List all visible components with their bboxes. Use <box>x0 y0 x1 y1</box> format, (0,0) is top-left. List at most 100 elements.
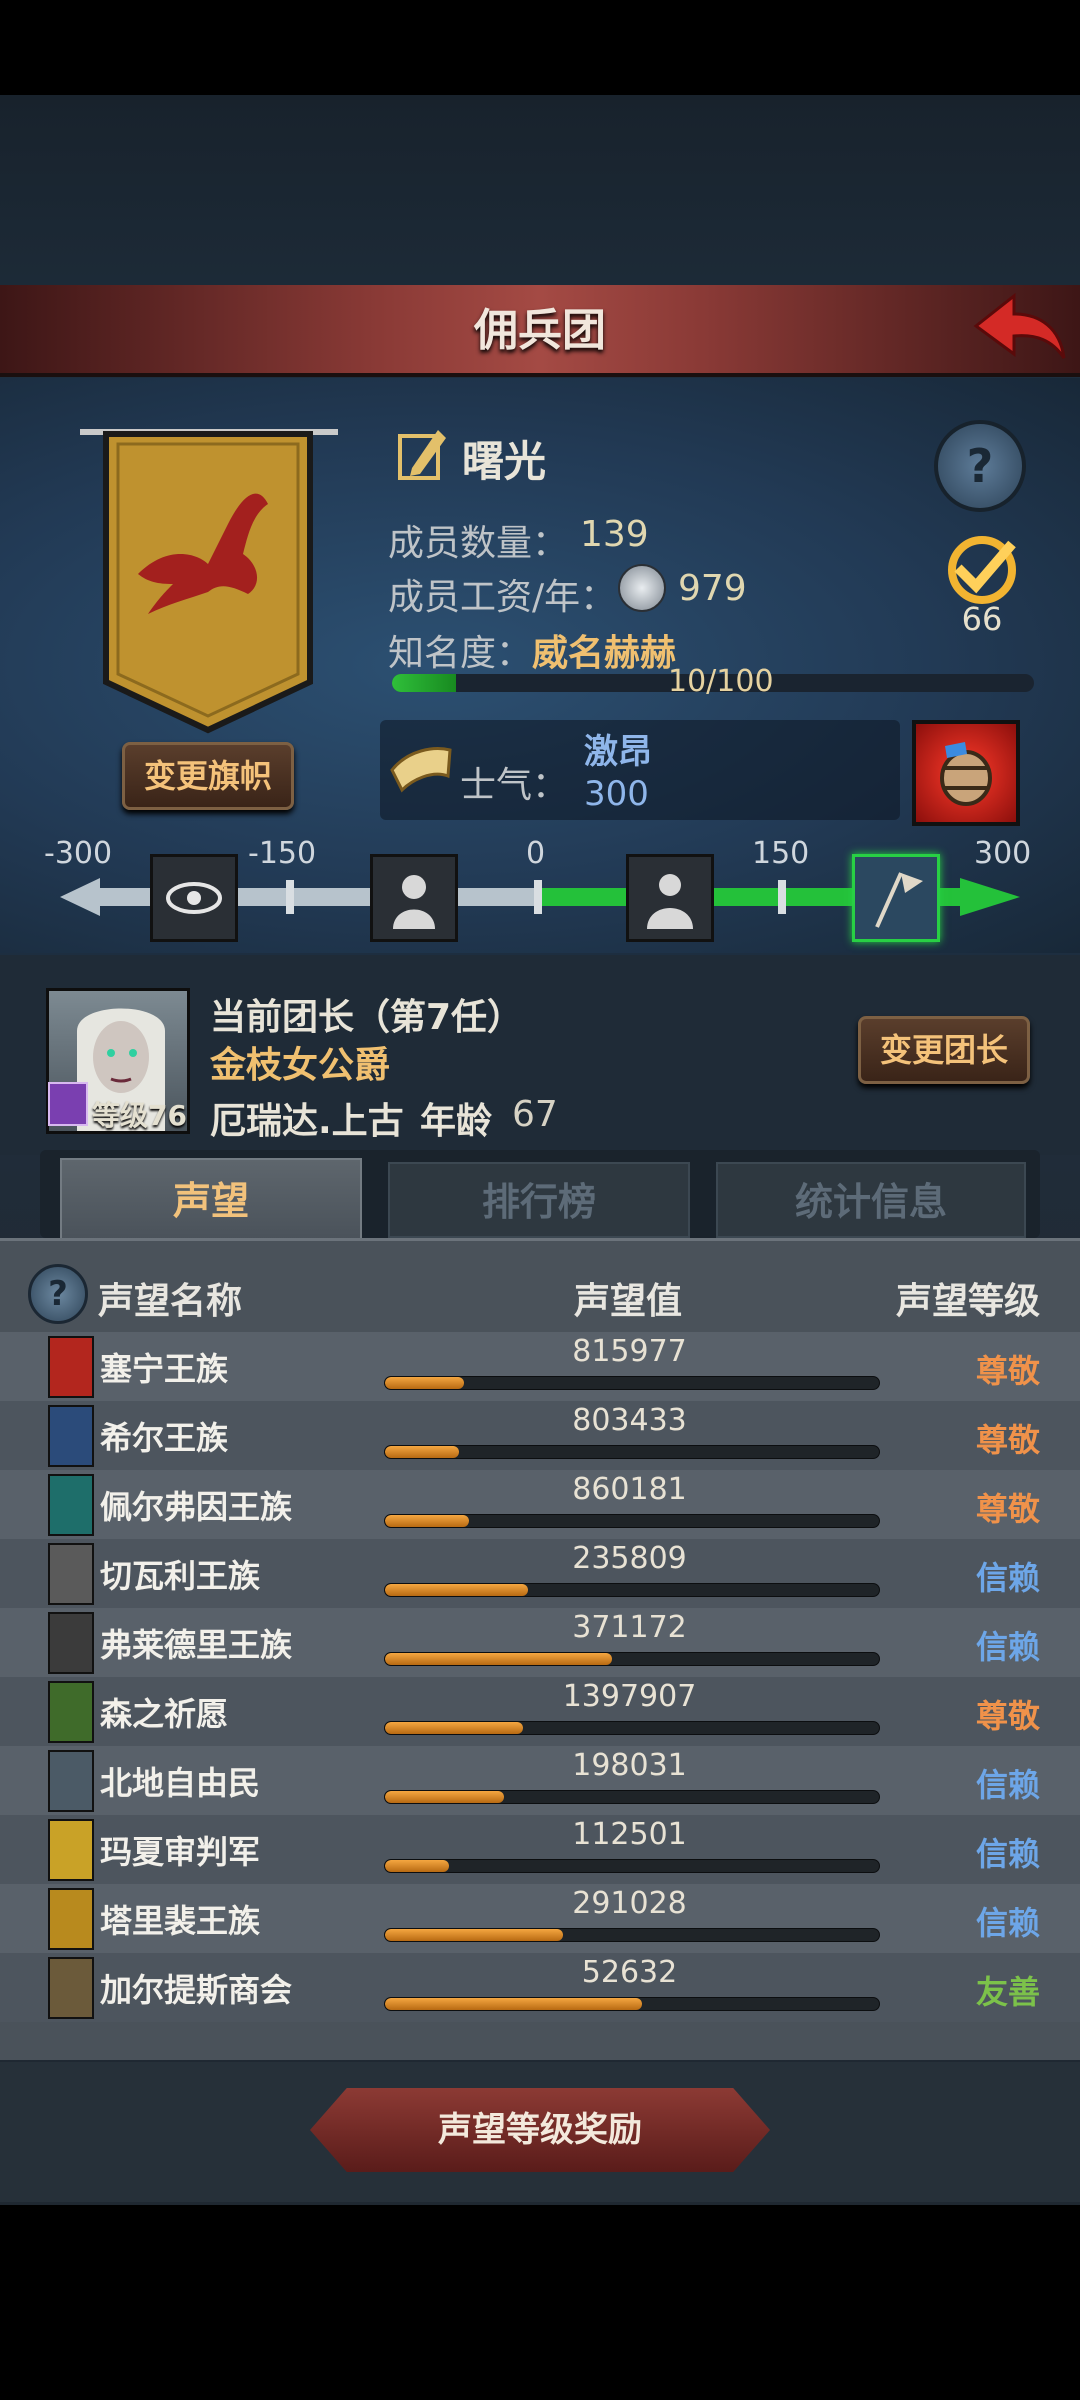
morale-state: 激昂 <box>584 732 652 772</box>
reputation-progress-bar <box>384 1583 880 1597</box>
reputation-progress-bar <box>384 1928 880 1942</box>
achievement-count: 66 <box>961 600 1003 638</box>
flag-mood-icon <box>852 854 940 942</box>
faction-name: 佩尔弗因王族 <box>100 1488 293 1526</box>
horn-icon <box>388 740 454 796</box>
members-value: 139 <box>580 514 649 555</box>
reputation-row[interactable]: 加尔提斯商会 52632 友善 <box>0 1953 1080 2022</box>
faction-crest-icon <box>48 1681 94 1743</box>
faction-crest-icon <box>48 1405 94 1467</box>
reputation-progress-fill <box>385 1446 460 1458</box>
guild-name: 曙光 <box>462 437 547 486</box>
guild-banner[interactable] <box>78 424 340 734</box>
help-icon[interactable]: ? <box>934 420 1026 512</box>
reputation-rank: 尊敬 <box>975 1490 1040 1528</box>
reputation-value: 112501 <box>572 1817 687 1852</box>
reputation-reward-button[interactable]: 声望等级奖励 <box>310 2088 770 2172</box>
morale-tick: 150 <box>752 836 810 871</box>
change-leader-button[interactable]: 变更团长 <box>858 1016 1030 1084</box>
ale-barrel-icon[interactable] <box>912 720 1020 826</box>
class-staff-icon <box>48 1082 88 1126</box>
faction-crest-icon <box>48 1750 94 1812</box>
reputation-value: 860181 <box>572 1472 687 1507</box>
reputation-progress-bar <box>384 1376 880 1390</box>
reputation-progress-fill <box>385 1860 450 1872</box>
reputation-row[interactable]: 玛夏审判军 112501 信赖 <box>0 1815 1080 1884</box>
tab-statistics[interactable]: 统计信息 <box>716 1162 1026 1238</box>
col-name-header: 声望名称 <box>98 1281 243 1322</box>
faction-crest-icon <box>48 1819 94 1881</box>
reputation-row[interactable]: 北地自由民 198031 信赖 <box>0 1746 1080 1815</box>
reputation-progress-fill <box>385 1998 642 2010</box>
wage-label: 成员工资/年： <box>388 577 617 618</box>
reputation-row[interactable]: 弗莱德里王族 371172 信赖 <box>0 1608 1080 1677</box>
reputation-rank: 友善 <box>975 1973 1040 2011</box>
members-label: 成员数量： <box>388 523 569 564</box>
morale-tick: 300 <box>974 836 1032 871</box>
morale-label: 士气： <box>460 765 569 806</box>
col-rank-header: 声望等级 <box>895 1281 1040 1322</box>
reputation-rank: 信赖 <box>975 1904 1040 1942</box>
faction-name: 塞宁王族 <box>100 1350 229 1388</box>
reputation-value: 815977 <box>572 1334 687 1369</box>
reputation-rank: 尊敬 <box>975 1697 1040 1735</box>
calm-mood-icon <box>626 854 714 942</box>
faction-name: 希尔王族 <box>100 1419 229 1457</box>
leader-level: 等级76 <box>92 1099 187 1132</box>
reputation-progress-bar <box>384 1514 880 1528</box>
fame-progress-text: 10/100 <box>668 664 774 699</box>
faction-name: 玛夏审判军 <box>100 1833 261 1871</box>
reputation-row[interactable]: 切瓦利王族 235809 信赖 <box>0 1539 1080 1608</box>
reputation-row[interactable]: 森之祈愿 1397907 尊敬 <box>0 1677 1080 1746</box>
reputation-progress-fill <box>385 1584 529 1596</box>
faction-name: 森之祈愿 <box>100 1695 229 1733</box>
reputation-progress-bar <box>384 1790 880 1804</box>
reputation-row[interactable]: 佩尔弗因王族 860181 尊敬 <box>0 1470 1080 1539</box>
reputation-row[interactable]: 塔里裴王族 291028 信赖 <box>0 1884 1080 1953</box>
reputation-progress-fill <box>385 1791 504 1803</box>
tab-reputation[interactable]: 声望 <box>60 1158 362 1240</box>
reputation-progress-bar <box>384 1997 880 2011</box>
silver-coin-icon <box>618 564 666 612</box>
reputation-value: 52632 <box>581 1955 678 1990</box>
fame-value: 威名赫赫 <box>532 633 677 674</box>
reputation-value: 371172 <box>572 1610 687 1645</box>
reputation-row[interactable]: 塞宁王族 815977 尊敬 <box>0 1332 1080 1401</box>
reputation-value: 1397907 <box>562 1679 697 1714</box>
edit-pen-icon[interactable] <box>398 424 448 484</box>
leader-age-label: 年龄 <box>420 1101 493 1142</box>
reputation-progress-bar <box>384 1859 880 1873</box>
reputation-rank: 尊敬 <box>975 1352 1040 1390</box>
leader-age: 67 <box>512 1094 558 1135</box>
morale-tick: -150 <box>248 836 317 871</box>
reputation-value: 291028 <box>572 1886 687 1921</box>
reputation-progress-fill <box>385 1377 465 1389</box>
reputation-progress-fill <box>385 1722 524 1734</box>
faction-crest-icon <box>48 1612 94 1674</box>
morale-tick: 0 <box>526 836 546 871</box>
morale-value: 300 <box>584 774 649 814</box>
faction-name: 切瓦利王族 <box>100 1557 261 1595</box>
leader-title: 当前团长（第7任） <box>210 997 524 1038</box>
reputation-progress-fill <box>385 1515 469 1527</box>
reputation-rank: 信赖 <box>975 1559 1040 1597</box>
faction-name: 弗莱德里王族 <box>100 1626 293 1664</box>
reputation-progress-bar <box>384 1652 880 1666</box>
faction-crest-icon <box>48 1957 94 2019</box>
reputation-row[interactable]: 希尔王族 803433 尊敬 <box>0 1401 1080 1470</box>
reputation-value: 803433 <box>572 1403 687 1438</box>
reputation-help-icon[interactable]: ? <box>28 1264 88 1324</box>
faction-crest-icon <box>48 1474 94 1536</box>
col-value-header: 声望值 <box>574 1281 683 1322</box>
achievement-target-icon[interactable] <box>936 530 1028 610</box>
morale-tick: -300 <box>44 836 113 871</box>
reputation-progress-fill <box>385 1653 613 1665</box>
eye-mood-icon <box>150 854 238 942</box>
faction-name: 北地自由民 <box>100 1764 261 1802</box>
back-arrow-icon[interactable] <box>968 292 1068 370</box>
change-banner-button[interactable]: 变更旗帜 <box>122 742 294 810</box>
faction-name: 加尔提斯商会 <box>100 1971 293 2009</box>
reputation-rank: 信赖 <box>975 1766 1040 1804</box>
tab-leaderboard[interactable]: 排行榜 <box>388 1162 690 1238</box>
despair-mood-icon <box>370 854 458 942</box>
